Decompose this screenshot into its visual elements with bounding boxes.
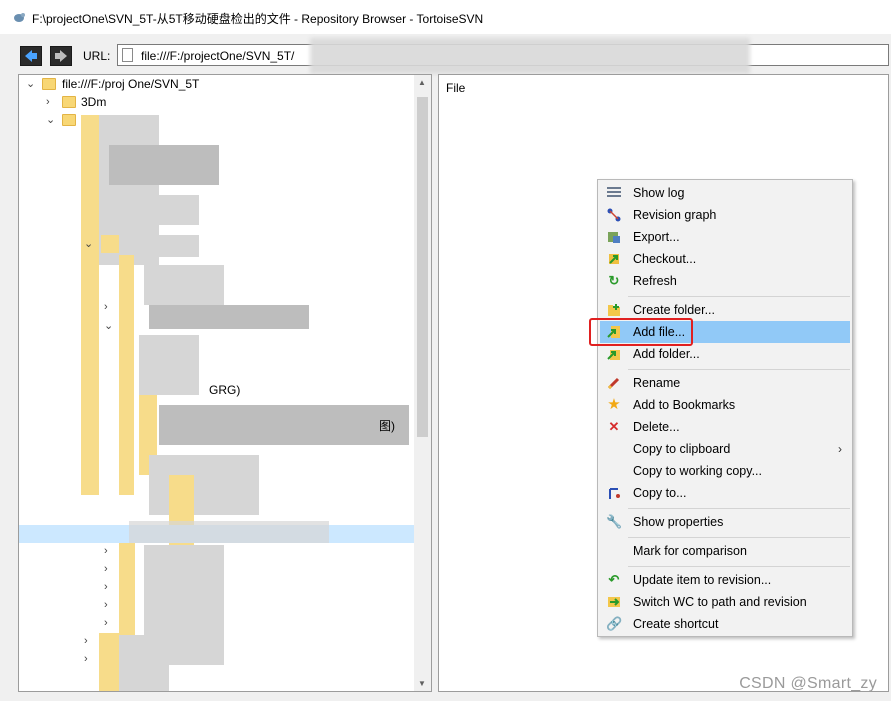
copy-to-icon xyxy=(606,486,622,500)
revision-graph-icon xyxy=(606,208,622,222)
menu-item-delete[interactable]: ✕ Delete... xyxy=(600,416,850,438)
redacted-block xyxy=(99,633,119,691)
url-label: URL: xyxy=(83,49,111,63)
back-arrow-icon xyxy=(25,50,37,62)
chevron-right-icon[interactable]: › xyxy=(104,563,108,575)
tree-item-label: 3Dm xyxy=(81,95,107,109)
submenu-arrow-icon: › xyxy=(838,442,842,456)
chevron-right-icon[interactable]: › xyxy=(84,653,88,665)
file-column-header[interactable]: File xyxy=(446,81,465,95)
redacted-block xyxy=(119,235,199,257)
tree-vertical-scrollbar[interactable]: ▲ ▼ xyxy=(414,75,431,691)
scroll-down-icon[interactable]: ▼ xyxy=(418,679,426,688)
menu-item-copy-to[interactable]: Copy to... xyxy=(600,482,850,504)
menu-item-copy-to-clipboard[interactable]: Copy to clipboard › xyxy=(600,438,850,460)
menu-separator xyxy=(628,508,850,509)
refresh-icon: ↻ xyxy=(608,273,620,288)
menu-item-rename[interactable]: Rename xyxy=(600,372,850,394)
delete-icon: ✕ xyxy=(608,419,620,434)
bookmark-star-icon: ★ xyxy=(607,396,621,413)
folder-icon xyxy=(42,78,56,90)
chevron-right-icon[interactable]: › xyxy=(104,545,108,557)
menu-item-add-folder[interactable]: Add folder... xyxy=(600,343,850,365)
menu-item-checkout[interactable]: Checkout... xyxy=(600,248,850,270)
forward-button[interactable] xyxy=(50,46,72,66)
scrollbar-thumb[interactable] xyxy=(417,97,428,437)
menu-item-show-log[interactable]: Show log xyxy=(600,182,850,204)
tree-item-partial[interactable]: GRG) xyxy=(209,381,240,399)
menu-item-switch-wc[interactable]: Switch WC to path and revision xyxy=(600,591,850,613)
tortoisesvn-app-icon xyxy=(14,13,25,22)
url-value: file:///F:/projectOne/SVN_5T/ xyxy=(141,49,295,63)
menu-item-revision-graph[interactable]: Revision graph xyxy=(600,204,850,226)
folder-icon xyxy=(62,96,76,108)
properties-wrench-icon: 🔧 xyxy=(606,514,623,529)
redacted-block xyxy=(139,195,199,225)
chevron-down-icon[interactable]: ⌄ xyxy=(104,319,113,332)
add-folder-icon xyxy=(606,347,622,361)
menu-item-refresh[interactable]: ↻ Refresh xyxy=(600,270,850,292)
rename-icon xyxy=(606,376,622,390)
menu-separator xyxy=(628,566,850,567)
back-button[interactable] xyxy=(20,46,42,66)
redacted-block xyxy=(129,521,329,543)
redacted-tree-branch xyxy=(81,115,99,495)
chevron-down-icon[interactable]: ⌄ xyxy=(84,237,93,250)
scroll-up-icon[interactable]: ▲ xyxy=(418,78,426,87)
switch-wc-icon xyxy=(606,595,622,609)
folder-icon xyxy=(62,114,76,126)
watermark: CSDN @Smart_zy xyxy=(739,675,877,692)
tree-item-label: GRG) xyxy=(209,383,241,397)
document-icon xyxy=(122,48,133,62)
menu-separator xyxy=(628,369,850,370)
chevron-right-icon[interactable]: › xyxy=(104,301,108,313)
chevron-right-icon[interactable]: › xyxy=(104,581,108,593)
menu-item-update-item-to-revision[interactable]: ↶ Update item to revision... xyxy=(600,569,850,591)
redacted-block xyxy=(109,145,219,185)
chevron-down-icon[interactable]: ⌄ xyxy=(46,111,55,129)
create-folder-icon xyxy=(606,303,622,317)
redacted-block xyxy=(159,405,409,445)
context-menu: Show log Revision graph Export... Checko… xyxy=(597,179,853,637)
tree-item-partial[interactable]: 图) xyxy=(379,417,395,435)
menu-item-mark-for-comparison[interactable]: Mark for comparison xyxy=(600,540,850,562)
tree-root-label: file:///F:/proj One/SVN_5T xyxy=(62,77,200,91)
title-bar: F:\projectOne\SVN_5T-从5T移动硬盘检出的文件 - Repo… xyxy=(0,0,891,34)
menu-separator xyxy=(628,537,850,538)
redacted-block xyxy=(149,455,259,515)
redacted-block xyxy=(149,305,309,329)
chevron-down-icon[interactable]: ⌄ xyxy=(26,75,35,93)
redacted-block xyxy=(139,335,199,395)
shortcut-link-icon: 🔗 xyxy=(606,616,623,631)
redacted-block xyxy=(144,265,224,305)
redacted-block xyxy=(119,635,169,691)
forward-arrow-icon xyxy=(55,50,67,62)
redacted-url-region xyxy=(310,38,750,74)
checkout-icon xyxy=(606,252,622,266)
menu-item-create-shortcut[interactable]: 🔗 Create shortcut xyxy=(600,613,850,635)
chevron-right-icon[interactable]: › xyxy=(46,93,50,111)
tree-item-label: 图) xyxy=(379,419,395,433)
annotation-highlight-box xyxy=(589,318,693,346)
menu-item-add-to-bookmarks[interactable]: ★ Add to Bookmarks xyxy=(600,394,850,416)
show-log-icon xyxy=(606,186,622,200)
repository-browser-window: F:\projectOne\SVN_5T-从5T移动硬盘检出的文件 - Repo… xyxy=(0,0,891,701)
repository-tree[interactable]: ⌄ file:///F:/proj One/SVN_5T › 3Dm ⌄ GRG… xyxy=(18,74,432,692)
chevron-right-icon[interactable]: › xyxy=(84,635,88,647)
redacted-block xyxy=(101,235,121,253)
window-title: F:\projectOne\SVN_5T-从5T移动硬盘检出的文件 - Repo… xyxy=(32,12,484,26)
menu-item-copy-to-working-copy[interactable]: Copy to working copy... xyxy=(600,460,850,482)
chevron-right-icon[interactable]: › xyxy=(104,599,108,611)
menu-separator xyxy=(628,296,850,297)
export-icon xyxy=(606,230,622,244)
update-revision-icon: ↶ xyxy=(608,572,620,587)
redacted-tree-branch xyxy=(119,255,134,495)
menu-item-export[interactable]: Export... xyxy=(600,226,850,248)
menu-item-show-properties[interactable]: 🔧 Show properties xyxy=(600,511,850,533)
chevron-right-icon[interactable]: › xyxy=(104,617,108,629)
